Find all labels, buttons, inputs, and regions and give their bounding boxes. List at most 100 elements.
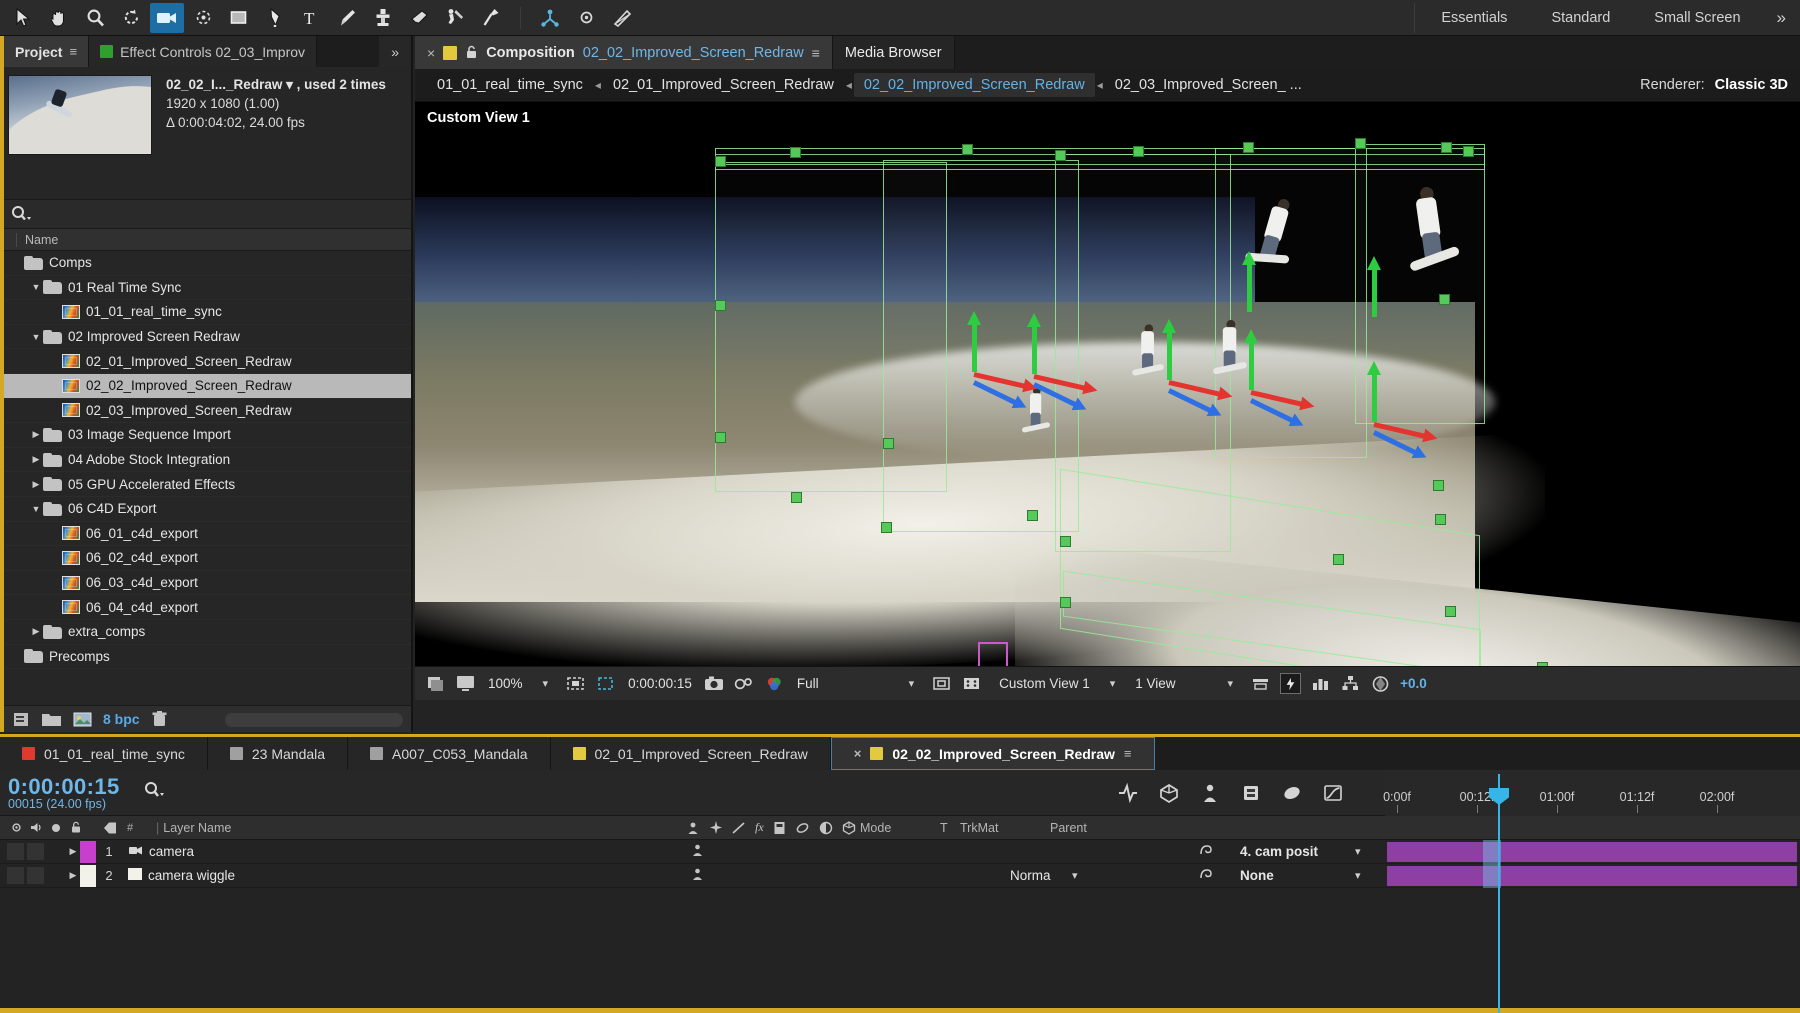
workspace-overflow-icon[interactable]: » [1763, 0, 1800, 36]
toggle-pixel-aspect-icon[interactable] [931, 673, 952, 694]
type-tool-icon[interactable]: T [294, 3, 328, 33]
twirl-icon[interactable]: ▼ [29, 282, 43, 292]
timecode-group[interactable]: 0:00:00:15 00015 (24.00 fps) [0, 774, 120, 811]
nav-comp-3[interactable]: 02_03_Improved_Screen_ ... [1105, 77, 1312, 93]
show-channel-icon[interactable] [764, 673, 785, 694]
timeline-tab-close-icon[interactable]: × [854, 746, 862, 761]
project-horizontal-scrollbar[interactable] [225, 713, 403, 727]
snapping-icon[interactable] [569, 3, 603, 33]
pan-behind-tool-icon[interactable] [186, 3, 220, 33]
selection-handle[interactable] [1333, 554, 1344, 565]
selection-handle[interactable] [1463, 146, 1474, 157]
region-of-interest-icon[interactable] [565, 673, 586, 694]
project-tree-item[interactable]: 06_04_c4d_export [4, 595, 411, 620]
timeline-tab[interactable]: 23 Mandala [208, 737, 348, 770]
layer-name[interactable]: camera wiggle [148, 868, 235, 883]
video-toggle[interactable] [7, 843, 24, 860]
project-tree-item[interactable]: ▶03 Image Sequence Import [4, 423, 411, 448]
tab-project[interactable]: Project ≡ [4, 36, 89, 67]
view-count-value[interactable]: 1 View [1132, 676, 1178, 691]
parent-pickwhip-icon[interactable] [1198, 867, 1213, 884]
project-tree-item[interactable]: 06_02_c4d_export [4, 546, 411, 571]
project-tree-item[interactable]: ▼06 C4D Export [4, 497, 411, 522]
current-time-indicator[interactable] [1498, 774, 1500, 1013]
audio-toggle[interactable] [27, 867, 44, 884]
composition-panel-menu-icon[interactable]: ≡ [812, 45, 820, 61]
graph-editor-icon[interactable] [1320, 781, 1345, 806]
timeline-tab[interactable]: A007_C053_Mandala [348, 737, 550, 770]
toggle-mask-paths-icon[interactable] [595, 673, 616, 694]
puppet-pin-tool-icon[interactable] [474, 3, 508, 33]
view-select-value[interactable]: Custom View 1 [991, 676, 1093, 691]
timeline-tab-menu-icon[interactable]: ≡ [1124, 746, 1132, 761]
show-snapshot-icon[interactable] [734, 673, 755, 694]
selection-handle[interactable] [1060, 536, 1071, 547]
selection-handle[interactable] [883, 438, 894, 449]
layer-track[interactable] [1385, 840, 1800, 864]
project-tree-item[interactable]: 02_02_Improved_Screen_Redraw [4, 374, 411, 399]
timeline-search-icon[interactable] [142, 779, 166, 806]
layer-three-d-switch[interactable] [690, 843, 705, 861]
layer-track[interactable] [1385, 864, 1800, 888]
pen-tool-icon[interactable] [258, 3, 292, 33]
timeline-ruler[interactable]: 0:00f00:12f01:00f01:12f02:00f [1385, 770, 1800, 816]
interpret-footage-icon[interactable] [12, 711, 31, 728]
preview-name-caret-icon[interactable]: ▾ [286, 77, 293, 92]
timeline-button-icon[interactable] [1250, 673, 1271, 694]
nav-comp-2[interactable]: 02_02_Improved_Screen_Redraw [854, 73, 1095, 97]
twirl-icon[interactable]: ▶ [29, 429, 43, 440]
shape-tool-icon[interactable] [222, 3, 256, 33]
selection-handle[interactable] [790, 147, 801, 158]
composition-viewer[interactable]: Custom View 1 [415, 102, 1800, 700]
hide-shy-layers-icon[interactable] [1197, 781, 1222, 806]
fast-preview-lightning-icon[interactable] [1280, 673, 1301, 694]
timeline-tab[interactable]: 01_01_real_time_sync [0, 737, 208, 770]
anchor-point-icon[interactable] [533, 3, 567, 33]
close-icon[interactable]: × [427, 45, 435, 61]
exposure-value[interactable]: +0.0 [1400, 676, 1427, 691]
project-tab-overflow-icon[interactable]: » [379, 36, 411, 67]
layer-duration-bar[interactable] [1387, 842, 1797, 862]
tab-media-browser[interactable]: Media Browser [833, 36, 955, 69]
new-composition-icon[interactable] [72, 711, 93, 728]
project-tree-item[interactable]: ▶05 GPU Accelerated Effects [4, 472, 411, 497]
timeline-layer-row[interactable]: ▶2camera wiggleNorma▾None▾ [0, 864, 1800, 888]
zoom-level[interactable]: 100% [485, 676, 526, 691]
layer-parent-caret-icon[interactable]: ▾ [1355, 869, 1361, 882]
twirl-icon[interactable]: ▶ [29, 626, 43, 637]
layer-duration-bar[interactable] [1387, 866, 1797, 886]
selection-handle[interactable] [962, 144, 973, 155]
project-tree-item[interactable]: 02_01_Improved_Screen_Redraw [4, 349, 411, 374]
layer-name[interactable]: camera [149, 844, 194, 859]
lock-icon[interactable] [465, 45, 478, 60]
audio-toggle[interactable] [27, 843, 44, 860]
layer-parent[interactable]: None [1240, 868, 1274, 883]
parent-pickwhip-icon[interactable] [1198, 843, 1213, 860]
resolution-value[interactable]: Full [794, 676, 822, 691]
nav-comp-1[interactable]: 02_01_Improved_Screen_Redraw [603, 77, 844, 93]
comp-flowchart-icon[interactable] [1310, 673, 1331, 694]
workspace-small-screen[interactable]: Small Screen [1632, 0, 1762, 36]
selection-handle[interactable] [881, 522, 892, 533]
project-tree-item[interactable]: 06_01_c4d_export [4, 522, 411, 547]
timeline-tab[interactable]: ×02_02_Improved_Screen_Redraw≡ [831, 737, 1155, 770]
tab-effect-controls[interactable]: Effect Controls 02_03_Improv [89, 36, 317, 67]
selection-handle[interactable] [715, 300, 726, 311]
renderer-value[interactable]: Classic 3D [1715, 77, 1788, 93]
project-tree-item[interactable]: ▼01 Real Time Sync [4, 276, 411, 301]
view-select-caret-icon[interactable]: ▾ [1102, 677, 1124, 690]
composition-hierarchy-icon[interactable] [1340, 673, 1361, 694]
brush-tool-icon[interactable] [330, 3, 364, 33]
selection-handle[interactable] [791, 492, 802, 503]
layer-mode-caret-icon[interactable]: ▾ [1072, 869, 1078, 882]
tab-composition[interactable]: × Composition 02_02_Improved_Screen_Redr… [415, 36, 833, 69]
selection-handle[interactable] [1055, 150, 1066, 161]
panel-menu-icon[interactable]: ≡ [69, 44, 77, 59]
take-snapshot-icon[interactable] [704, 673, 725, 694]
project-tree-item[interactable]: Precomps [4, 645, 411, 670]
zoom-tool-icon[interactable] [78, 3, 112, 33]
nav-comp-0[interactable]: 01_01_real_time_sync [427, 77, 593, 93]
selection-handle[interactable] [715, 432, 726, 443]
rotation-tool-icon[interactable] [114, 3, 148, 33]
resolution-caret-icon[interactable]: ▾ [831, 677, 923, 690]
